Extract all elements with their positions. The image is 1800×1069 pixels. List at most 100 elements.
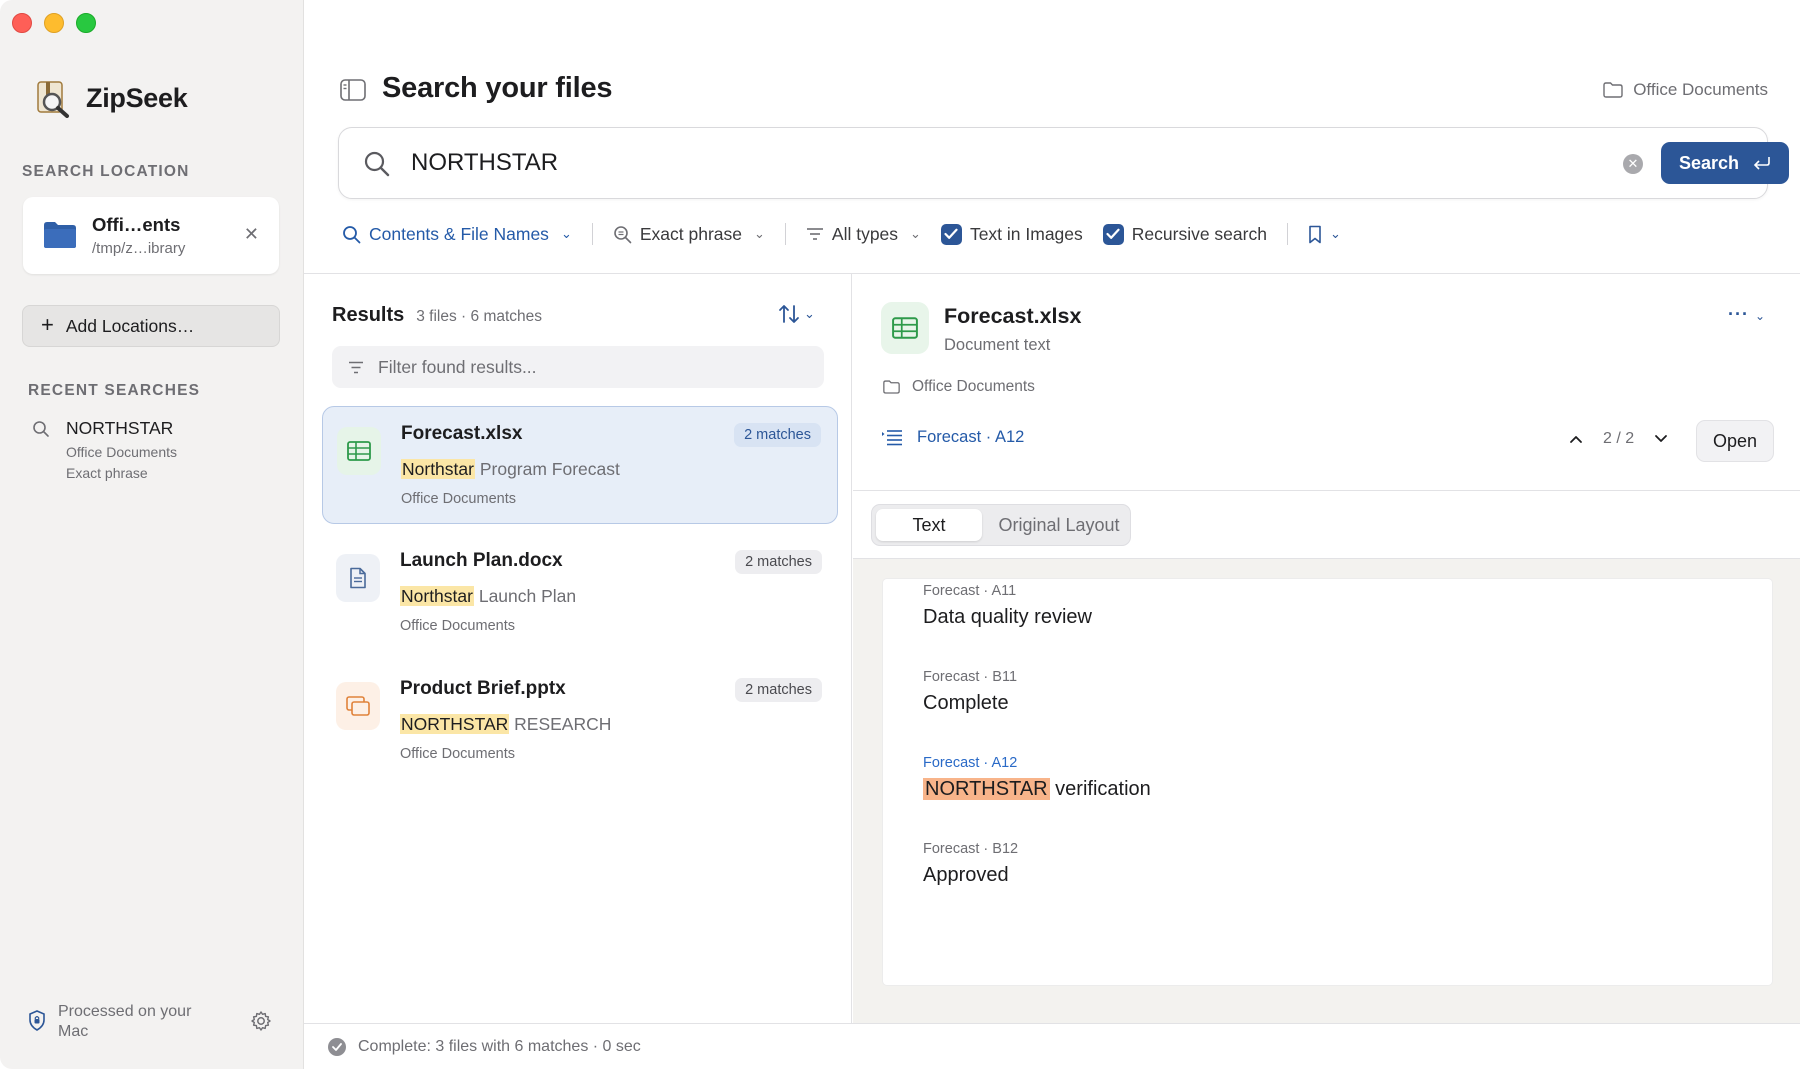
tab-text[interactable]: Text [876,509,982,541]
search-icon [343,225,361,243]
current-match-label: Forecast · A12 [917,428,1025,446]
privacy-footer: Processed on your Mac [28,1000,278,1042]
chevron-down-icon: ⌄ [753,226,765,241]
folder-icon [883,380,900,394]
preview-location: Office Documents [883,378,1035,396]
result-card[interactable]: Product Brief.pptx NORTHSTAR RESEARCH Of… [322,662,838,780]
header-location[interactable]: Office Documents [1603,80,1768,100]
more-options-icon[interactable]: ··· ⌄ [1728,304,1766,325]
add-locations-button[interactable]: + Add Locations… [22,305,280,347]
preview-kind: Document text [944,336,1051,354]
processed-text: Processed on your Mac [58,1003,192,1040]
results-summary: 3 files · 6 matches [416,308,543,325]
location-card[interactable]: Offi…ents /tmp/z…ibrary ✕ [23,197,279,274]
app-logo-icon [32,78,72,118]
cell-entry: Forecast · A11 Data quality review [923,583,1092,629]
return-key-icon [1753,157,1770,170]
search-bar: ✕ Search [338,127,1789,199]
divider [853,490,1800,491]
chevron-down-icon: ⌄ [1329,226,1341,241]
cell-entry-active: Forecast · A12 NORTHSTAR verification [923,755,1151,801]
results-pane: Results 3 files · 6 matches ⌄ Filter fou… [304,274,852,1023]
sort-button[interactable]: ⌄ [778,304,815,324]
sidebar-toggle-icon[interactable] [340,79,366,101]
filter-results-field[interactable]: Filter found results... [332,346,824,388]
match-mode-dropdown[interactable]: Exact phrase ⌄ [613,224,765,245]
result-snippet: Northstar Launch Plan [400,586,576,607]
chevron-down-icon[interactable] [1654,434,1668,444]
filter-results-placeholder: Filter found results... [378,356,537,377]
tab-original-layout[interactable]: Original Layout [992,509,1126,541]
cell-value: Approved [923,864,1009,886]
page-title: Search your files [382,72,613,104]
divider [784,223,786,245]
match-navigator: 2 / 2 [1569,430,1668,448]
checkbox-checked-icon[interactable] [1102,223,1124,245]
remove-location-close-icon[interactable]: ✕ [244,225,259,243]
checkbox-checked-icon[interactable] [940,223,962,245]
types-dropdown[interactable]: All types ⌄ [806,224,921,245]
sidebar: ZipSeek SEARCH LOCATION Offi…ents /tmp/z… [0,0,304,1069]
view-mode-segmented-control: Text Original Layout [871,504,1131,546]
location-path: /tmp/z…ibrary [92,240,186,257]
match-position: 2 / 2 [1603,430,1635,447]
search-button-label: Search [1678,152,1740,173]
shield-icon [29,1010,45,1031]
zoom-window-button[interactable] [76,13,96,33]
preview-file-name: Forecast.xlsx [944,304,1082,328]
results-header: Results 3 files · 6 matches [332,304,542,327]
cell-value: Data quality review [923,606,1092,628]
bookmark-dropdown[interactable]: ⌄ [1308,225,1341,244]
current-match[interactable]: Forecast · A12 [881,428,1024,447]
cell-label: Forecast · A11 [923,583,1017,599]
match-highlight: NORTHSTAR [400,714,510,734]
recursive-search-toggle[interactable]: Recursive search [1102,223,1267,245]
match-count-badge: 2 matches [734,423,821,447]
result-card[interactable]: Launch Plan.docx Northstar Launch Plan O… [322,534,838,652]
search-icon [364,151,390,177]
presentation-icon [336,682,380,730]
status-text: Complete: 3 files with 6 matches · 0 sec [358,1037,641,1055]
result-snippet: NORTHSTAR RESEARCH [400,714,611,735]
open-button[interactable]: Open [1696,420,1774,462]
list-icon [882,430,902,446]
text-in-images-toggle[interactable]: Text in Images [940,223,1083,245]
search-input[interactable] [411,146,1611,180]
recent-query: NORTHSTAR [66,418,174,438]
close-window-button[interactable] [12,13,32,33]
snippet-text: Program Forecast [474,459,620,479]
minimize-window-button[interactable] [44,13,64,33]
scope-label: Contents & File Names [369,223,549,244]
result-location: Office Documents [400,618,515,634]
recent-mode: Exact phrase [66,465,148,481]
add-locations-label: Add Locations… [65,315,195,336]
active-match-highlight: NORTHSTAR [923,778,1050,800]
cell-label: Forecast · B11 [923,669,1018,685]
match-count-badge: 2 matches [735,678,822,702]
window-controls [12,13,96,33]
chevron-up-icon[interactable] [1569,434,1583,444]
status-bar: Complete: 3 files with 6 matches · 0 sec [304,1023,1800,1069]
app-window: ZipSeek SEARCH LOCATION Offi…ents /tmp/z… [0,0,1800,1069]
result-card[interactable]: Forecast.xlsx Northstar Program Forecast… [322,406,838,524]
scope-dropdown[interactable]: Contents & File Names ⌄ [342,224,572,245]
text-in-images-label: Text in Images [969,223,1083,244]
document-page: Forecast · A11 Data quality review Forec… [883,579,1772,985]
match-count-badge: 2 matches [735,550,822,574]
spreadsheet-icon [881,302,929,354]
preview-location-label: Office Documents [912,378,1035,395]
bookmark-icon [1309,225,1321,243]
gear-icon[interactable] [250,1010,272,1032]
result-file-name: Launch Plan.docx [400,550,563,571]
header-location-label: Office Documents [1633,80,1768,99]
recursive-search-label: Recursive search [1131,223,1267,244]
results-title: Results [332,304,405,326]
location-name: Offi…ents [92,214,181,235]
clear-search-icon[interactable]: ✕ [1623,154,1643,174]
divider [591,223,593,245]
match-highlight: Northstar [401,459,475,479]
brand: ZipSeek [32,78,188,118]
filter-bar: Contents & File Names ⌄ Exact phrase ⌄ A… [342,220,1341,248]
search-button[interactable]: Search [1661,142,1789,184]
spreadsheet-icon [337,427,381,475]
